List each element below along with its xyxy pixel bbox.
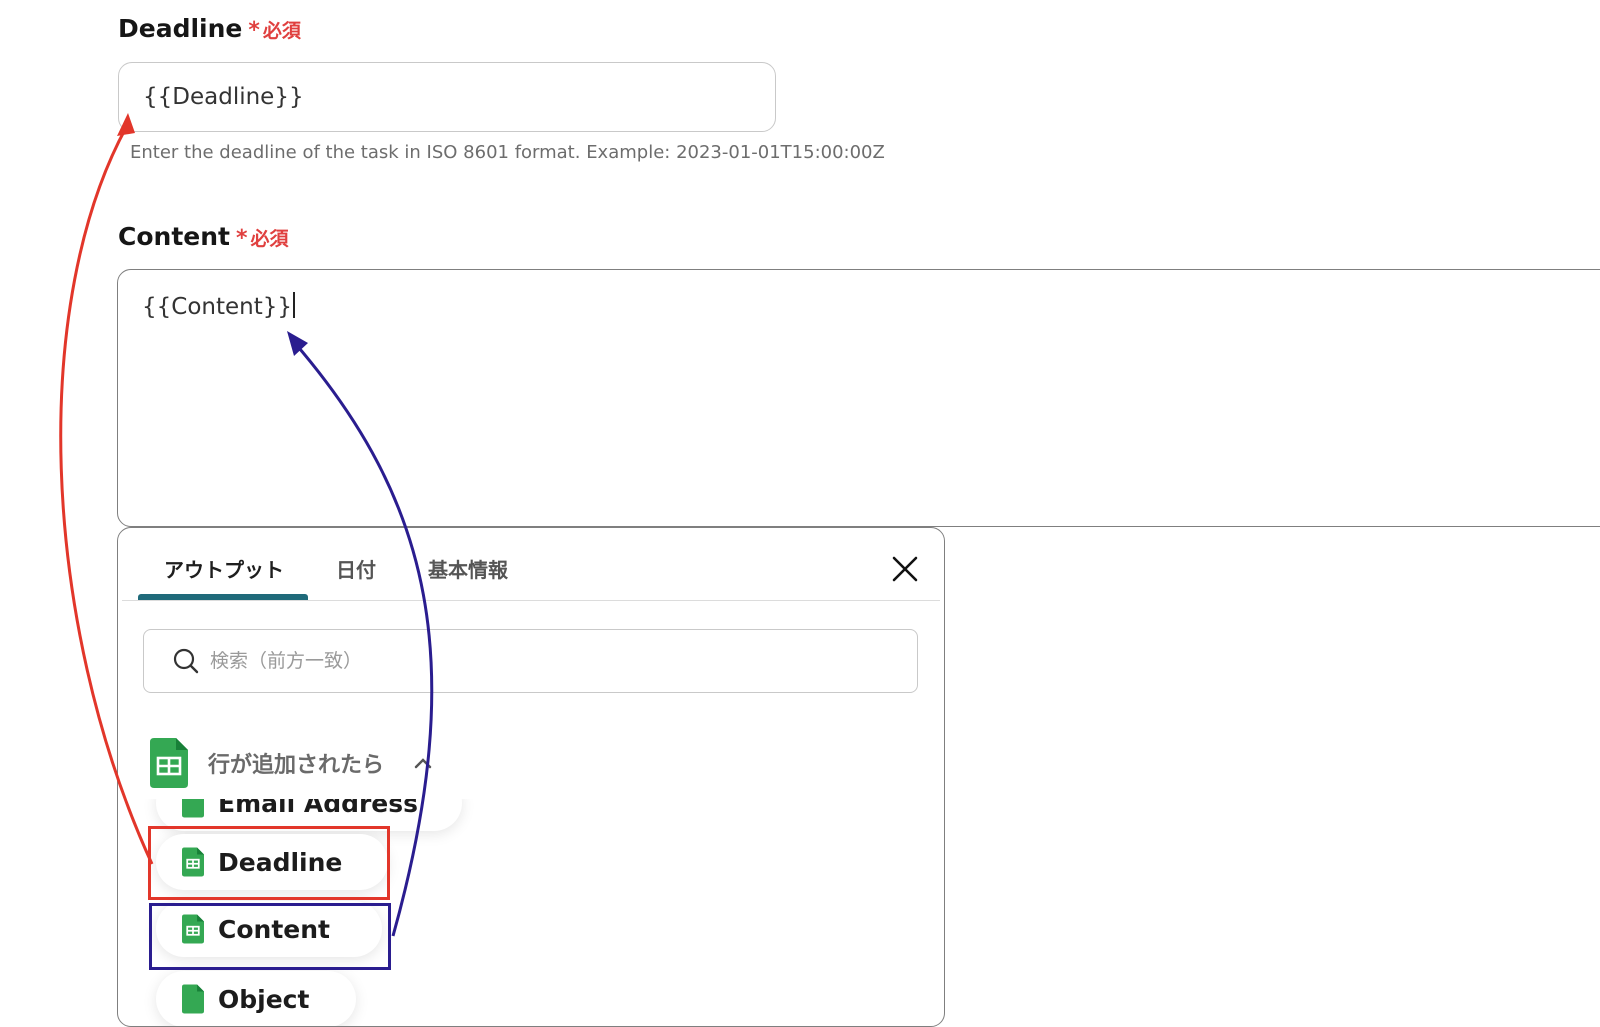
text-caret — [293, 292, 295, 318]
highlight-content-box — [149, 903, 391, 970]
tab-date[interactable]: 日付 — [336, 554, 376, 583]
required-badge: * 必須 — [236, 224, 289, 251]
highlight-deadline-box — [148, 826, 390, 900]
content-textarea[interactable]: {{Content}} — [117, 269, 1600, 527]
tab-output[interactable]: アウトプット — [164, 554, 284, 583]
search-box[interactable] — [143, 629, 918, 693]
content-label: Content — [118, 222, 230, 251]
deadline-help-text: Enter the deadline of the task in ISO 86… — [130, 142, 885, 163]
search-icon — [173, 648, 199, 674]
tab-divider — [122, 600, 940, 601]
required-badge: * 必須 — [248, 16, 301, 43]
tab-basic-info[interactable]: 基本情報 — [428, 554, 508, 583]
required-text: 必須 — [262, 20, 301, 42]
close-icon[interactable] — [890, 554, 920, 584]
required-asterisk: * — [248, 18, 260, 43]
picker-tabs: アウトプット 日付 基本情報 — [118, 528, 944, 602]
chevron-up-icon[interactable] — [414, 757, 432, 769]
google-sheets-icon — [182, 984, 204, 1014]
group-title: 行が追加されたら — [208, 753, 385, 778]
trigger-group-header[interactable]: 行が追加されたら — [150, 738, 432, 788]
required-text: 必須 — [250, 228, 289, 250]
deadline-input-value: {{Deadline}} — [143, 84, 304, 110]
required-asterisk: * — [235, 226, 248, 251]
content-textarea-value: {{Content}} — [142, 294, 293, 320]
google-sheets-icon — [150, 738, 188, 788]
deadline-input[interactable]: {{Deadline}} — [118, 62, 776, 132]
output-item-label: Email Address — [218, 788, 419, 818]
output-item-object[interactable]: Object — [156, 971, 356, 1026]
search-input[interactable] — [208, 649, 892, 673]
google-sheets-icon — [182, 799, 204, 818]
output-item-label: Object — [218, 984, 310, 1014]
content-label-row: Content * 必須 — [118, 222, 289, 251]
deadline-label-row: Deadline * 必須 — [118, 14, 301, 43]
deadline-label: Deadline — [118, 14, 243, 43]
